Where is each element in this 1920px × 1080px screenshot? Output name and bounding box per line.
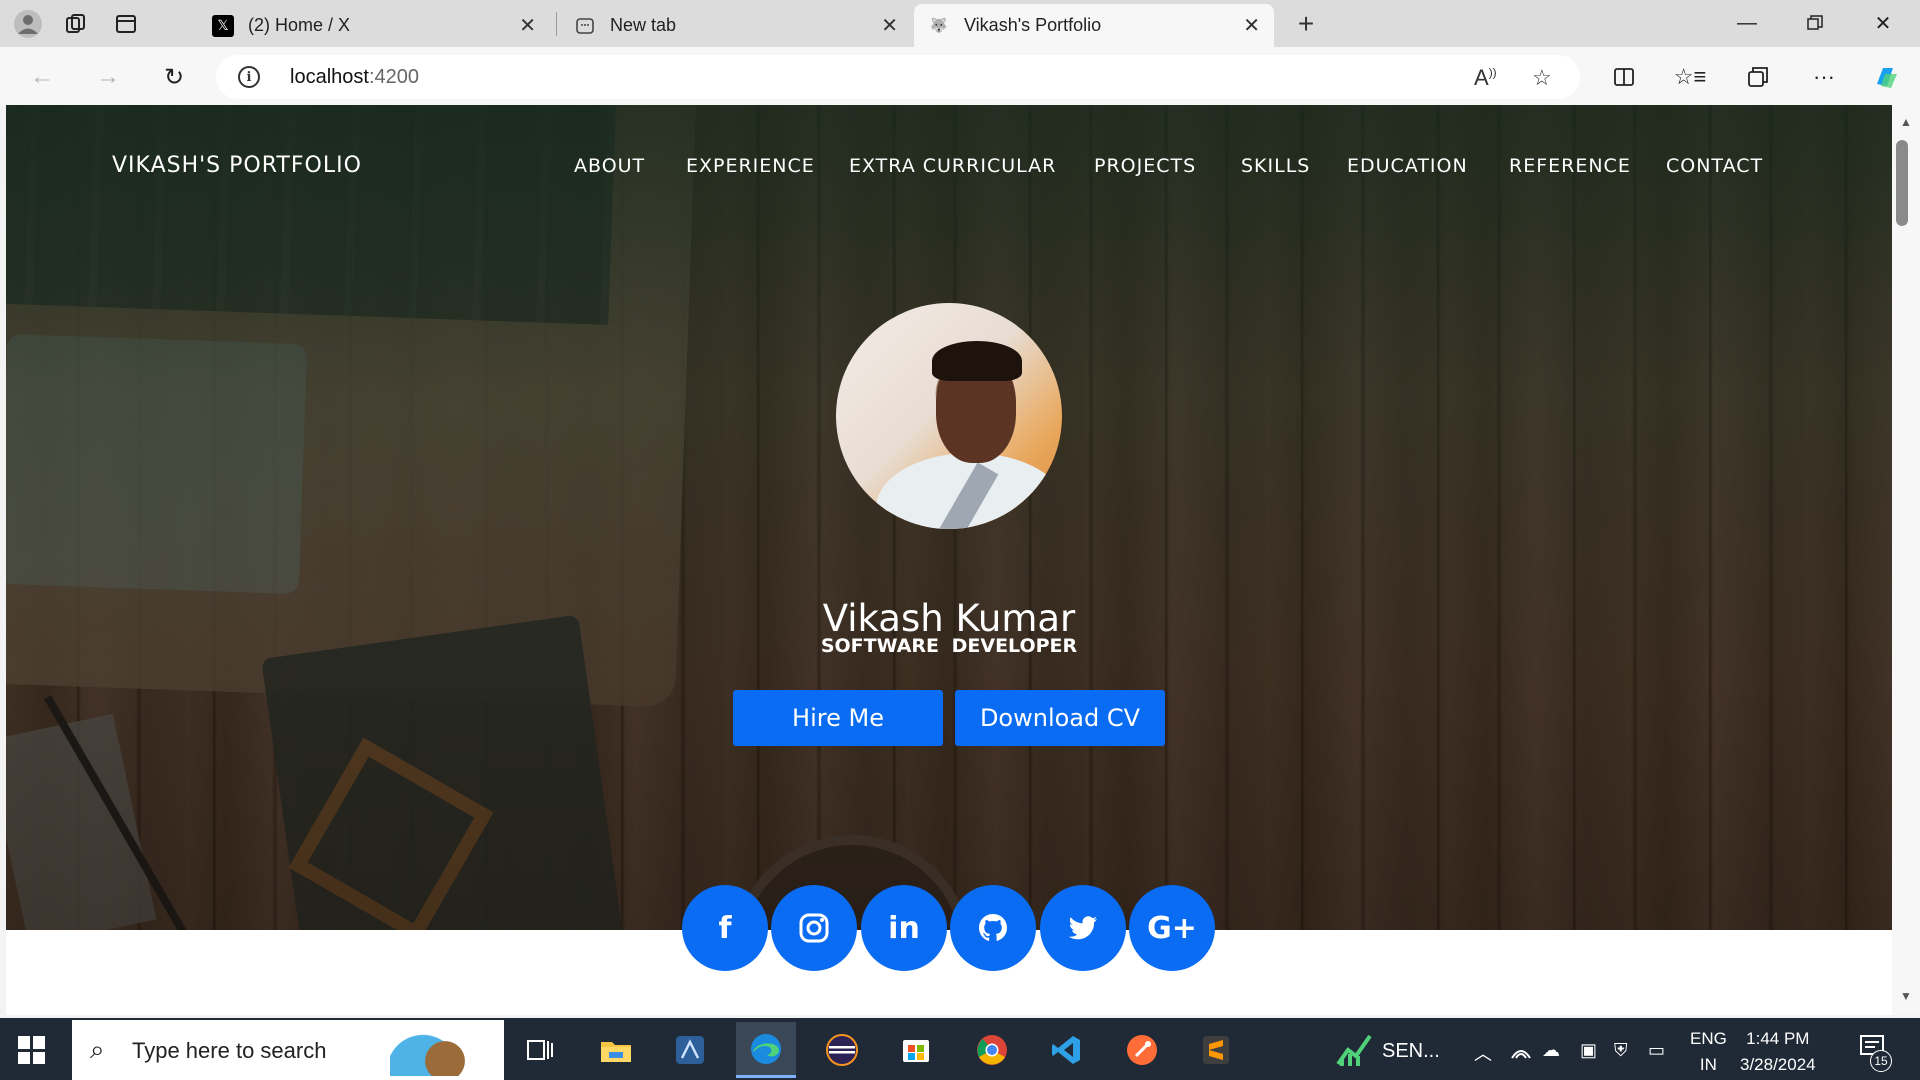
close-tab-icon[interactable]: ✕ <box>881 13 898 38</box>
facebook-glyph: f <box>718 910 732 946</box>
postman-icon[interactable] <box>1112 1022 1172 1078</box>
browser-toolbar: ← → ↻ i localhost:4200 A)) ☆ ☆≡ ··· <box>0 47 1920 105</box>
site-brand[interactable]: VIKASH'S PORTFOLIO <box>112 153 362 178</box>
url-text: localhost:4200 <box>290 66 419 88</box>
workspaces-icon[interactable] <box>60 8 92 40</box>
tab-actions-icon[interactable] <box>110 8 142 40</box>
photo-hair <box>932 341 1022 381</box>
profile-photo <box>836 303 1062 529</box>
forward-icon[interactable]: → <box>90 59 126 95</box>
split-screen-icon[interactable] <box>1606 59 1642 95</box>
address-bar[interactable]: i localhost:4200 A)) ☆ <box>216 55 1580 99</box>
site-navbar: VIKASH'S PORTFOLIO ABOUT EXPERIENCE EXTR… <box>6 105 1892 205</box>
battery-icon[interactable]: ▭ <box>1648 1040 1665 1061</box>
language-indicator[interactable]: ENG IN <box>1690 1026 1727 1078</box>
hero-section: VIKASH'S PORTFOLIO ABOUT EXPERIENCE EXTR… <box>6 105 1892 930</box>
meet-now-icon[interactable]: ▣ <box>1580 1040 1597 1061</box>
search-highlight-image <box>390 1026 500 1076</box>
vscode-icon[interactable] <box>1036 1022 1096 1078</box>
instagram-icon[interactable] <box>771 885 857 971</box>
read-aloud-icon[interactable]: A)) <box>1474 65 1497 91</box>
facebook-icon[interactable]: f <box>682 885 768 971</box>
scroll-up-icon[interactable]: ▲ <box>1892 112 1920 132</box>
tab-new-tab[interactable]: New tab ✕ <box>560 4 912 47</box>
taskbar-search[interactable]: ⌕ Type here to search <box>72 1020 504 1080</box>
search-icon: ⌕ <box>90 1034 105 1064</box>
wolf-icon: 🐺 <box>930 17 948 33</box>
page-scrollbar[interactable] <box>1892 105 1920 1015</box>
notifications-icon[interactable]: 15 <box>1858 1032 1892 1072</box>
security-icon[interactable]: ⛨ <box>1614 1040 1628 1061</box>
hero-name: Vikash Kumar <box>822 597 1076 640</box>
download-cv-button[interactable]: Download CV <box>955 690 1165 746</box>
restore-icon[interactable] <box>1792 6 1838 40</box>
region-code: IN <box>1699 1055 1717 1074</box>
more-options-icon[interactable]: ··· <box>1806 59 1842 95</box>
stock-chart-icon[interactable] <box>1336 1028 1372 1073</box>
nav-contact[interactable]: CONTACT <box>1666 155 1763 177</box>
nav-reference[interactable]: REFERENCE <box>1509 155 1631 177</box>
x-logo-icon: 𝕏 <box>212 14 234 37</box>
twitter-icon[interactable] <box>1040 885 1126 971</box>
close-window-icon[interactable]: ✕ <box>1860 6 1906 40</box>
browser-tab-bar: 𝕏 (2) Home / X ✕ New tab ✕ 🐺 Vikash's Po… <box>0 0 1920 47</box>
tab-title: (2) Home / X <box>248 15 351 35</box>
tab-separator <box>556 12 557 36</box>
chrome-icon[interactable] <box>962 1022 1022 1078</box>
wifi-icon[interactable] <box>1510 1040 1532 1065</box>
favorite-star-icon[interactable]: ☆ <box>1532 65 1552 91</box>
linkedin-icon[interactable]: in <box>861 885 947 971</box>
file-explorer-icon[interactable] <box>586 1022 646 1078</box>
copilot-icon[interactable] <box>1868 59 1904 95</box>
profile-icon[interactable] <box>12 8 44 40</box>
nav-extra-curricular[interactable]: EXTRA CURRICULAR <box>849 155 1056 177</box>
linkedin-glyph: in <box>888 910 920 946</box>
tab-portfolio[interactable]: 🐺 Vikash's Portfolio ✕ <box>914 4 1274 47</box>
stock-widget-label[interactable]: SEN... <box>1382 1040 1440 1063</box>
windows-start-icon[interactable] <box>18 1036 46 1064</box>
google-plus-glyph: G+ <box>1147 910 1197 946</box>
clock-date: 3/28/2024 <box>1740 1055 1816 1074</box>
new-tab-button[interactable]: + <box>1290 8 1322 40</box>
close-tab-icon[interactable]: ✕ <box>519 13 536 38</box>
favorites-icon[interactable]: ☆≡ <box>1672 59 1708 95</box>
tab-x-home[interactable]: 𝕏 (2) Home / X ✕ <box>198 4 550 47</box>
back-icon[interactable]: ← <box>24 59 60 95</box>
new-tab-icon <box>574 15 596 37</box>
google-plus-icon[interactable]: G+ <box>1129 885 1215 971</box>
close-tab-icon[interactable]: ✕ <box>1243 13 1260 38</box>
refresh-icon[interactable]: ↻ <box>156 59 192 95</box>
app-icon-blue[interactable] <box>660 1022 720 1078</box>
sublime-text-icon[interactable] <box>1186 1022 1246 1078</box>
chevron-up-icon[interactable]: ︿ <box>1474 1040 1492 1066</box>
collections-icon[interactable] <box>1740 59 1776 95</box>
page-viewport: VIKASH'S PORTFOLIO ABOUT EXPERIENCE EXTR… <box>6 105 1892 1015</box>
nav-skills[interactable]: SKILLS <box>1241 155 1310 177</box>
notification-count: 15 <box>1870 1050 1892 1072</box>
tab-title: New tab <box>610 15 677 35</box>
minimize-icon[interactable]: — <box>1724 6 1770 40</box>
windows-taskbar: ⌕ Type here to search SEN... ︿ ☁ ▣ ⛨ ▭ E… <box>0 1018 1920 1080</box>
edge-browser-icon[interactable] <box>736 1022 796 1078</box>
tab-title: Vikash's Portfolio <box>964 15 1102 35</box>
hero-role: SOFTWARE DEVELOPER <box>820 635 1078 657</box>
nav-projects[interactable]: PROJECTS <box>1094 155 1196 177</box>
language-code: ENG <box>1690 1029 1727 1048</box>
cloud-icon[interactable]: ☁ <box>1542 1040 1560 1061</box>
scroll-down-icon[interactable]: ▼ <box>1892 986 1920 1006</box>
github-icon[interactable] <box>950 885 1036 971</box>
eclipse-icon[interactable] <box>812 1022 872 1078</box>
system-clock[interactable]: 1:44 PM 3/28/2024 <box>1740 1026 1816 1078</box>
nav-experience[interactable]: EXPERIENCE <box>686 155 815 177</box>
hire-me-button[interactable]: Hire Me <box>733 690 943 746</box>
task-view-icon[interactable] <box>510 1022 570 1078</box>
scrollbar-thumb[interactable] <box>1896 140 1908 226</box>
microsoft-store-icon[interactable] <box>886 1022 946 1078</box>
site-info-icon[interactable]: i <box>238 66 260 88</box>
nav-education[interactable]: EDUCATION <box>1347 155 1468 177</box>
search-placeholder: Type here to search <box>132 1038 327 1063</box>
clock-time: 1:44 PM <box>1746 1029 1810 1048</box>
nav-about[interactable]: ABOUT <box>574 155 645 177</box>
